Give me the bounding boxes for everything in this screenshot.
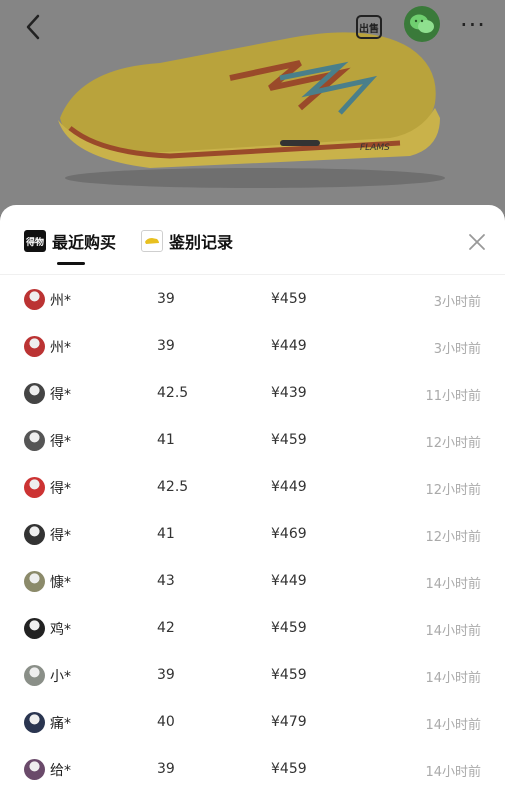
sneaker-image: FLAMS	[58, 32, 445, 188]
tab-recent-purchases[interactable]: 得物 最近购买	[24, 227, 116, 255]
price: ¥459	[271, 761, 307, 777]
wechat-share-button[interactable]	[404, 6, 440, 42]
price: ¥479	[271, 714, 307, 730]
close-button[interactable]	[462, 227, 492, 257]
buyer-name: 得*	[50, 434, 71, 450]
back-button[interactable]	[18, 10, 48, 44]
shoe-size: 42.5	[157, 479, 189, 495]
tab-authentication-records[interactable]: 鉴别记录	[141, 227, 233, 255]
purchase-row: 州* 39 ¥449 3小时前	[0, 324, 505, 371]
dewu-logo-icon: 得物	[24, 230, 46, 252]
purchase-time: 12小时前	[425, 436, 481, 451]
price: ¥459	[271, 620, 307, 636]
purchase-row: 州* 39 ¥459 3小时前	[0, 277, 505, 324]
price: ¥449	[271, 479, 307, 495]
buyer-name: 得*	[50, 387, 71, 403]
purchase-time: 3小时前	[433, 295, 481, 310]
recent-purchases-sheet: 得物 最近购买 鉴别记录 州* 39 ¥459 3小时前 州* 39 ¥449 3小时前 得* 4…	[0, 205, 505, 800]
shoe-size: 41	[157, 526, 175, 542]
price: ¥449	[271, 573, 307, 589]
buyer-name: 给*	[50, 763, 71, 779]
shoe-size: 42.5	[157, 385, 189, 401]
avatar	[24, 618, 45, 639]
price: ¥469	[271, 526, 307, 542]
more-button[interactable]: ···	[456, 10, 490, 40]
buyer-name: 慷*	[50, 575, 71, 591]
buyer-name: 州*	[50, 293, 71, 309]
shoe-thumbnail-icon	[141, 230, 163, 252]
purchase-row: 给* 39 ¥459 14小时前	[0, 747, 505, 794]
avatar	[24, 289, 45, 310]
buyer-name: 得*	[50, 528, 71, 544]
avatar	[24, 383, 45, 404]
buyer-name: 痛*	[50, 716, 71, 732]
brand-mark-text: FLAMS	[360, 143, 390, 153]
purchase-row: 慷* 43 ¥449 14小时前	[0, 559, 505, 606]
purchase-time: 3小时前	[433, 342, 481, 357]
purchase-row: 得* 41 ¥459 12小时前	[0, 418, 505, 465]
sell-label: 出售	[356, 15, 382, 39]
shoe-size: 39	[157, 761, 175, 777]
avatar	[24, 759, 45, 780]
purchase-row: 小* 39 ¥459 14小时前	[0, 653, 505, 700]
purchase-row: 得* 41 ¥469 12小时前	[0, 512, 505, 559]
avatar	[24, 524, 45, 545]
purchase-time: 14小时前	[425, 671, 481, 686]
buyer-name: 得*	[50, 481, 71, 497]
shoe-size: 43	[157, 573, 175, 589]
purchase-row: 得* 42.5 ¥449 12小时前	[0, 465, 505, 512]
shoe-size: 42	[157, 620, 175, 636]
price: ¥459	[271, 432, 307, 448]
tab-label: 鉴别记录	[169, 233, 234, 252]
buyer-name: 州*	[50, 340, 71, 356]
purchase-row: 得* 42.5 ¥439 11小时前	[0, 371, 505, 418]
avatar	[24, 571, 45, 592]
purchase-time: 14小时前	[425, 624, 481, 639]
purchase-time: 11小时前	[425, 389, 481, 404]
purchase-time: 12小时前	[425, 483, 481, 498]
active-tab-indicator	[57, 262, 85, 265]
shoe-size: 39	[157, 338, 175, 354]
chevron-left-icon	[26, 14, 40, 40]
purchase-list: 州* 39 ¥459 3小时前 州* 39 ¥449 3小时前 得* 42.5 ¥439 11小时前得…	[0, 277, 505, 794]
buyer-name: 鸡*	[50, 622, 71, 638]
avatar	[24, 712, 45, 733]
tab-label: 最近购买	[52, 233, 117, 252]
wechat-icon	[410, 14, 434, 33]
purchase-time: 14小时前	[425, 577, 481, 592]
tab-bar: 得物 最近购买 鉴别记录	[0, 205, 505, 275]
shoe-size: 40	[157, 714, 175, 730]
price: ¥459	[271, 667, 307, 683]
avatar	[24, 430, 45, 451]
purchase-row: 鸡* 42 ¥459 14小时前	[0, 606, 505, 653]
shoe-size: 39	[157, 291, 175, 307]
purchase-row: 痛* 40 ¥479 14小时前	[0, 700, 505, 747]
avatar	[24, 336, 45, 357]
sell-button[interactable]: 出售	[354, 10, 384, 44]
purchase-time: 12小时前	[425, 530, 481, 545]
shoe-size: 39	[157, 667, 175, 683]
avatar	[24, 477, 45, 498]
price: ¥439	[271, 385, 307, 401]
shoe-size: 41	[157, 432, 175, 448]
price: ¥459	[271, 291, 307, 307]
purchase-time: 14小时前	[425, 718, 481, 733]
price: ¥449	[271, 338, 307, 354]
close-icon	[469, 234, 485, 250]
buyer-name: 小*	[50, 669, 71, 685]
avatar	[24, 665, 45, 686]
purchase-time: 14小时前	[425, 765, 481, 780]
